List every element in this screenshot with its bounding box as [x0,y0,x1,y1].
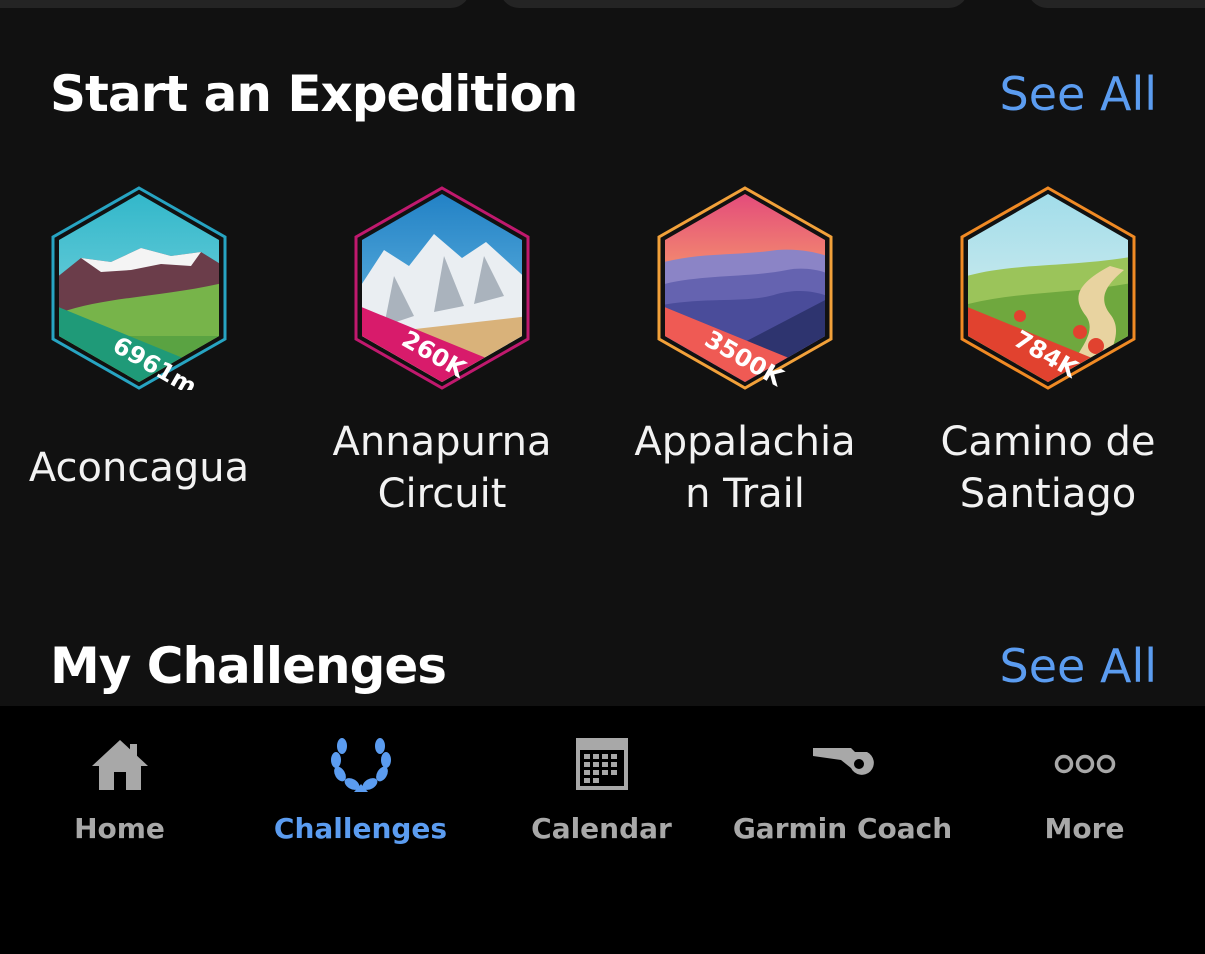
expedition-item-camino-de-santiago[interactable]: 784K Camino de Santiago [918,186,1178,526]
previous-card[interactable] [1028,0,1205,8]
mountain-badge-icon: 6961m [51,186,227,390]
tab-label: Calendar [531,812,672,845]
aconcagua-badge: 6961m [51,186,227,390]
calendar-icon [567,734,637,794]
expedition-item-appalachian-trail[interactable]: 3500K Appalachia n Trail [615,186,875,526]
previous-card[interactable] [0,0,470,8]
more-icon [1050,734,1120,794]
expedition-list: 6961m Aconcagua 260K Annapurna Circuit 3… [0,186,1205,526]
laurel-icon [326,734,396,794]
path-badge-icon: 784K [960,186,1136,390]
whistle-icon [808,734,878,794]
tab-label: Garmin Coach [732,812,953,845]
expedition-name: Aconcagua [28,445,250,491]
expedition-name-line2: Santiago [959,471,1137,517]
previous-card[interactable] [500,0,968,8]
tab-label: Home [74,812,165,845]
expedition-section-title: Start an Expedition [50,65,578,123]
challenges-section-title: My Challenges [50,637,447,695]
home-icon [85,734,155,794]
tab-more[interactable]: More [964,706,1205,866]
expedition-see-all-link[interactable]: See All [1000,67,1157,121]
challenges-section-header: My Challenges See All [50,636,1157,696]
tab-label: More [1044,812,1125,845]
expedition-name-line2: n Trail [685,471,805,517]
expedition-item-aconcagua[interactable]: 6961m Aconcagua [9,186,269,526]
expedition-name: Annapurna [332,419,552,465]
challenges-see-all-link[interactable]: See All [1000,639,1157,693]
bottom-tab-bar: Home Challenges Calendar Garmin Coach Mo… [0,706,1205,954]
tab-challenges[interactable]: Challenges [240,706,481,866]
expedition-name-line2: Circuit [377,471,507,517]
appalachian-badge: 3500K [657,186,833,390]
tab-calendar[interactable]: Calendar [481,706,722,866]
previous-section-cards [0,0,1205,8]
expedition-name: Camino de [940,419,1156,465]
annapurna-badge: 260K [354,186,530,390]
expedition-section-header: Start an Expedition See All [50,64,1157,124]
tab-garmin-coach[interactable]: Garmin Coach [722,706,963,866]
expedition-item-annapurna[interactable]: 260K Annapurna Circuit [312,186,572,526]
camino-badge: 784K [960,186,1136,390]
ridges-badge-icon: 3500K [657,186,833,390]
tab-home[interactable]: Home [0,706,240,866]
tab-label: Challenges [273,812,448,845]
expedition-name: Appalachia [634,419,856,465]
snow-mountain-badge-icon: 260K [354,186,530,390]
